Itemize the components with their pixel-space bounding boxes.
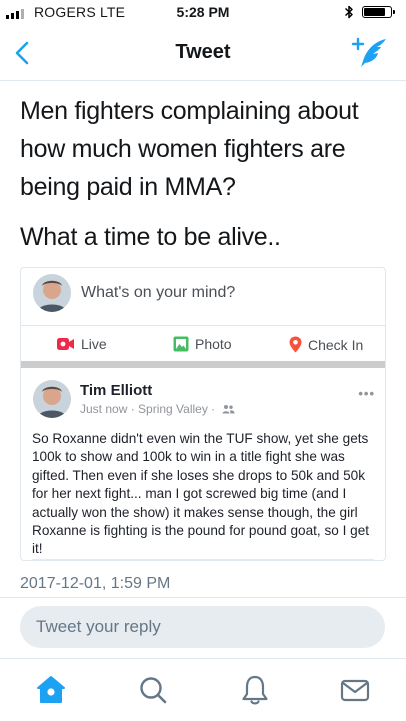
section-divider: [21, 361, 385, 368]
photo-label: Photo: [195, 336, 232, 352]
page-title: Tweet: [175, 41, 231, 63]
post-author: Tim Elliott: [80, 382, 153, 399]
post-meta: Just now · Spring Valley ·: [80, 402, 235, 416]
battery-icon: [362, 6, 395, 18]
post-body: So Roxanne didn't even win the TUF show,…: [32, 431, 370, 557]
live-video-icon: [57, 338, 74, 350]
post-meta-text: Just now · Spring Valley ·: [80, 402, 219, 416]
reply-box[interactable]: [20, 606, 385, 648]
facebook-post: Tim Elliott Just now · Spring Valley · •…: [21, 368, 385, 560]
avatar: [33, 274, 71, 312]
tweet-timestamp: 2017-12-01, 1:59 PM: [20, 575, 171, 592]
post-divider: [32, 559, 374, 560]
tweet-text: Men fighters complaining about how much …: [20, 92, 390, 256]
composer-prompt: What's on your mind?: [81, 284, 236, 301]
live-label: Live: [81, 336, 107, 352]
avatar: [33, 380, 71, 418]
status-bar: ROGERS LTE 5:28 PM: [0, 0, 406, 24]
photo-button: Photo: [173, 336, 232, 352]
nav-bar: Tweet: [0, 28, 406, 81]
tab-bar: [0, 658, 406, 721]
divider: [0, 597, 406, 598]
friends-icon: [222, 405, 234, 414]
composer-actions: Live Photo Check In: [21, 325, 385, 362]
embedded-image[interactable]: What's on your mind? Live Photo Check In…: [20, 267, 386, 561]
location-pin-icon: [289, 336, 302, 353]
more-dots-icon: •••: [358, 386, 375, 401]
check-in-label: Check In: [308, 336, 364, 353]
compose-tweet-icon[interactable]: [350, 36, 390, 70]
notifications-icon[interactable]: [238, 673, 272, 707]
post-composer: What's on your mind?: [21, 268, 385, 320]
reply-input[interactable]: [36, 606, 366, 648]
live-button: Live: [57, 336, 107, 352]
tweet-paragraph: What a time to be alive..: [20, 223, 281, 251]
check-in-button: Check In: [289, 336, 363, 353]
search-icon[interactable]: [136, 673, 170, 707]
tweet-paragraph: Men fighters complaining about how much …: [20, 97, 359, 201]
photo-icon: [173, 336, 189, 352]
messages-icon[interactable]: [338, 673, 372, 707]
bluetooth-icon: [344, 5, 353, 19]
home-icon[interactable]: [34, 673, 68, 707]
